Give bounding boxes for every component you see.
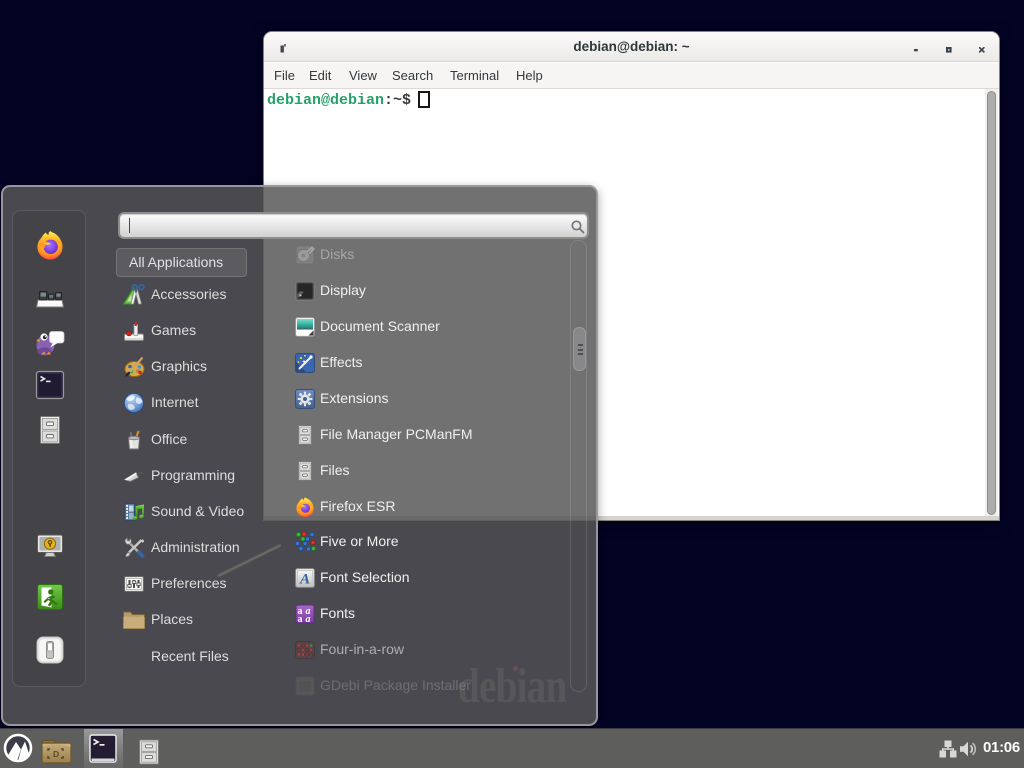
- svg-text:D: D: [53, 749, 59, 759]
- svg-text:a: a: [298, 614, 303, 625]
- svg-text:A: A: [299, 572, 310, 588]
- svg-text:a: a: [306, 614, 311, 625]
